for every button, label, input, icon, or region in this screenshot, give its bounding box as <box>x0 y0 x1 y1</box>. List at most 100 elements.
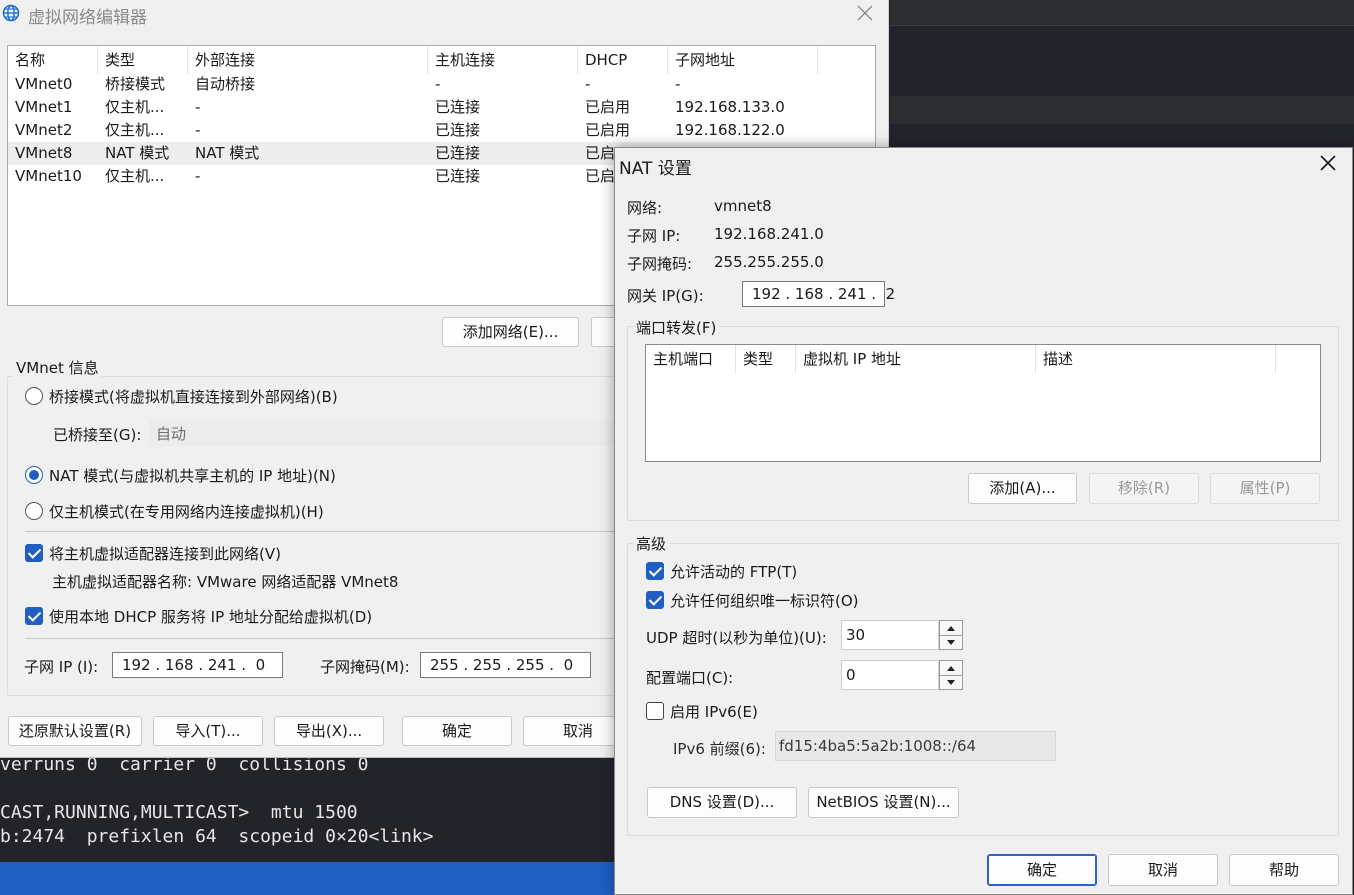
import-button[interactable]: 导入(T)... <box>153 716 263 746</box>
divider <box>25 638 615 639</box>
table-row[interactable]: VMnet1 仅主机... - 已连接 已启用 192.168.133.0 <box>8 96 875 119</box>
hostonly-mode-radio[interactable] <box>25 502 43 520</box>
cell-dhcp: - <box>585 75 591 93</box>
add-network-button[interactable]: 添加网络(E)... <box>442 317 579 347</box>
remove-rule-button[interactable]: 移除(R) <box>1089 473 1199 504</box>
cancel-button[interactable]: 取消 <box>1108 854 1218 886</box>
globe-icon <box>2 4 20 22</box>
connect-adapter-label[interactable]: 将主机虚拟适配器连接到此网络(V) <box>49 543 281 564</box>
udp-timeout-input[interactable]: 30 <box>841 620 939 650</box>
config-port-spinner[interactable] <box>939 660 963 690</box>
help-button[interactable]: 帮助 <box>1229 854 1339 886</box>
udp-timeout-spinner[interactable] <box>939 620 963 650</box>
spin-down-icon[interactable] <box>940 635 962 649</box>
cell-subnet: 192.168.133.0 <box>675 98 785 116</box>
cell-type: NAT 模式 <box>105 144 170 162</box>
cell-external: - <box>195 98 201 116</box>
window-title: NAT 设置 <box>619 159 692 179</box>
bridged-to-value: 自动 <box>156 425 187 443</box>
enable-ipv6-checkbox[interactable] <box>646 702 664 720</box>
allow-ftp-checkbox[interactable] <box>646 562 664 580</box>
connect-adapter-checkbox[interactable] <box>25 544 43 562</box>
cell-subnet: - <box>675 75 681 93</box>
subnet-mask-input[interactable]: 255 . 255 . 255 . 0 <box>420 652 591 678</box>
bridged-to-label: 已桥接至(G): <box>53 426 142 444</box>
cell-type: 桥接模式 <box>105 75 166 93</box>
column-header[interactable]: 描述 <box>1036 345 1276 373</box>
ok-button[interactable]: 确定 <box>987 854 1097 886</box>
cell-name: VMnet10 <box>15 167 82 185</box>
ipv6-prefix-label: IPv6 前缀(6): <box>673 740 766 758</box>
port-forward-label: 端口转发(F) <box>633 317 720 338</box>
ok-button[interactable]: 确定 <box>402 716 512 746</box>
cell-type: 仅主机... <box>105 98 165 116</box>
spin-down-icon[interactable] <box>940 675 962 689</box>
column-header[interactable]: 主机连接 <box>428 46 578 74</box>
allow-ftp-label[interactable]: 允许活动的 FTP(T) <box>670 561 797 582</box>
cell-external: - <box>195 167 201 185</box>
nat-mode-label[interactable]: NAT 模式(与虚拟机共享主机的 IP 地址)(N) <box>49 465 336 486</box>
terminal-line: b:2474 prefixlen 64 scopeid 0×20<link> <box>0 826 434 847</box>
subnet-mask-label: 子网掩码(M): <box>320 658 410 676</box>
add-rule-button[interactable]: 添加(A)... <box>968 473 1077 504</box>
hostonly-mode-label[interactable]: 仅主机模式(在专用网络内连接虚拟机)(H) <box>49 501 324 522</box>
cell-external: 自动桥接 <box>195 75 256 93</box>
gateway-ip-input[interactable]: 192 . 168 . 241 . 2 <box>742 281 895 307</box>
subnet-ip-input[interactable]: 192 . 168 . 241 . 0 <box>112 652 283 678</box>
taskbar-strip <box>0 862 620 895</box>
allow-oui-label[interactable]: 允许任何组织唯一标识符(O) <box>670 590 859 611</box>
dhcp-checkbox[interactable] <box>25 607 43 625</box>
terminal-line: CAST,RUNNING,MULTICAST> mtu 1500 <box>0 802 358 823</box>
cell-external: NAT 模式 <box>195 144 260 162</box>
ipv6-prefix-input[interactable]: fd15:4ba5:5a2b:1008::/64 <box>775 731 1056 761</box>
nat-mode-radio[interactable] <box>25 466 43 484</box>
nat-settings-dialog: NAT 设置 网络: vmnet8 子网 IP: 192.168.241.0 子… <box>614 147 1353 895</box>
subnet-mask-label: 子网掩码: <box>627 255 693 273</box>
gateway-label: 网关 IP(G): <box>627 287 704 305</box>
column-header[interactable]: 名称 <box>8 46 98 74</box>
cell-type: 仅主机... <box>105 121 165 139</box>
bridged-to-select[interactable]: 自动 <box>149 420 619 446</box>
bridged-mode-label[interactable]: 桥接模式(将虚拟机直接连接到外部网络)(B) <box>49 386 338 407</box>
close-icon[interactable] <box>850 0 880 26</box>
dhcp-label[interactable]: 使用本地 DHCP 服务将 IP 地址分配给虚拟机(D) <box>49 606 372 627</box>
enable-ipv6-label[interactable]: 启用 IPv6(E) <box>670 701 758 722</box>
cell-host: 已连接 <box>435 121 481 139</box>
cell-name: VMnet2 <box>15 121 73 139</box>
bridged-mode-radio[interactable] <box>25 387 43 405</box>
subnet-ip-label: 子网 IP: <box>627 227 681 245</box>
title-bar: NAT 设置 <box>615 148 1352 179</box>
terminal-tab-strip <box>890 0 1354 26</box>
column-header[interactable]: DHCP <box>578 46 668 74</box>
netbios-settings-button[interactable]: NetBIOS 设置(N)... <box>808 787 959 818</box>
column-header[interactable]: 外部连接 <box>188 46 428 74</box>
table-row[interactable]: VMnet0 桥接模式 自动桥接 - - - <box>8 73 875 96</box>
dns-settings-button[interactable]: DNS 设置(D)... <box>647 787 797 818</box>
column-header[interactable]: 主机端口 <box>646 345 736 373</box>
title-bar: 虚拟网络编辑器 <box>0 0 888 28</box>
export-button[interactable]: 导出(X)... <box>274 716 384 746</box>
table-row[interactable]: VMnet2 仅主机... - 已连接 已启用 192.168.122.0 <box>8 119 875 142</box>
spin-up-icon[interactable] <box>940 621 962 635</box>
terminal-tab-strip-lower <box>890 96 1354 124</box>
udp-timeout-label: UDP 超时(以秒为单位)(U): <box>646 629 827 647</box>
allow-oui-checkbox[interactable] <box>646 591 664 609</box>
cell-host: - <box>435 75 441 93</box>
divider <box>25 531 615 532</box>
restore-defaults-button[interactable]: 还原默认设置(R) <box>8 716 142 746</box>
column-header[interactable]: 子网地址 <box>668 46 818 74</box>
close-icon[interactable] <box>1313 150 1343 176</box>
column-header[interactable]: 类型 <box>98 46 188 74</box>
subnet-mask-value: 255.255.255.0 <box>714 253 824 271</box>
properties-button[interactable]: 属性(P) <box>1210 473 1320 504</box>
column-header[interactable]: 虚拟机 IP 地址 <box>796 345 1036 373</box>
cell-name: VMnet0 <box>15 75 73 93</box>
subnet-ip-label: 子网 IP (I): <box>24 658 99 676</box>
config-port-input[interactable]: 0 <box>841 660 939 690</box>
column-header[interactable]: 类型 <box>736 345 796 373</box>
spin-up-icon[interactable] <box>940 661 962 675</box>
cell-name: VMnet8 <box>15 144 73 162</box>
adapter-name-text: 主机虚拟适配器名称: VMware 网络适配器 VMnet8 <box>52 573 399 591</box>
port-forward-list[interactable]: 主机端口 类型 虚拟机 IP 地址 描述 <box>645 344 1321 462</box>
network-list-header: 名称 类型 外部连接 主机连接 DHCP 子网地址 <box>8 46 875 74</box>
